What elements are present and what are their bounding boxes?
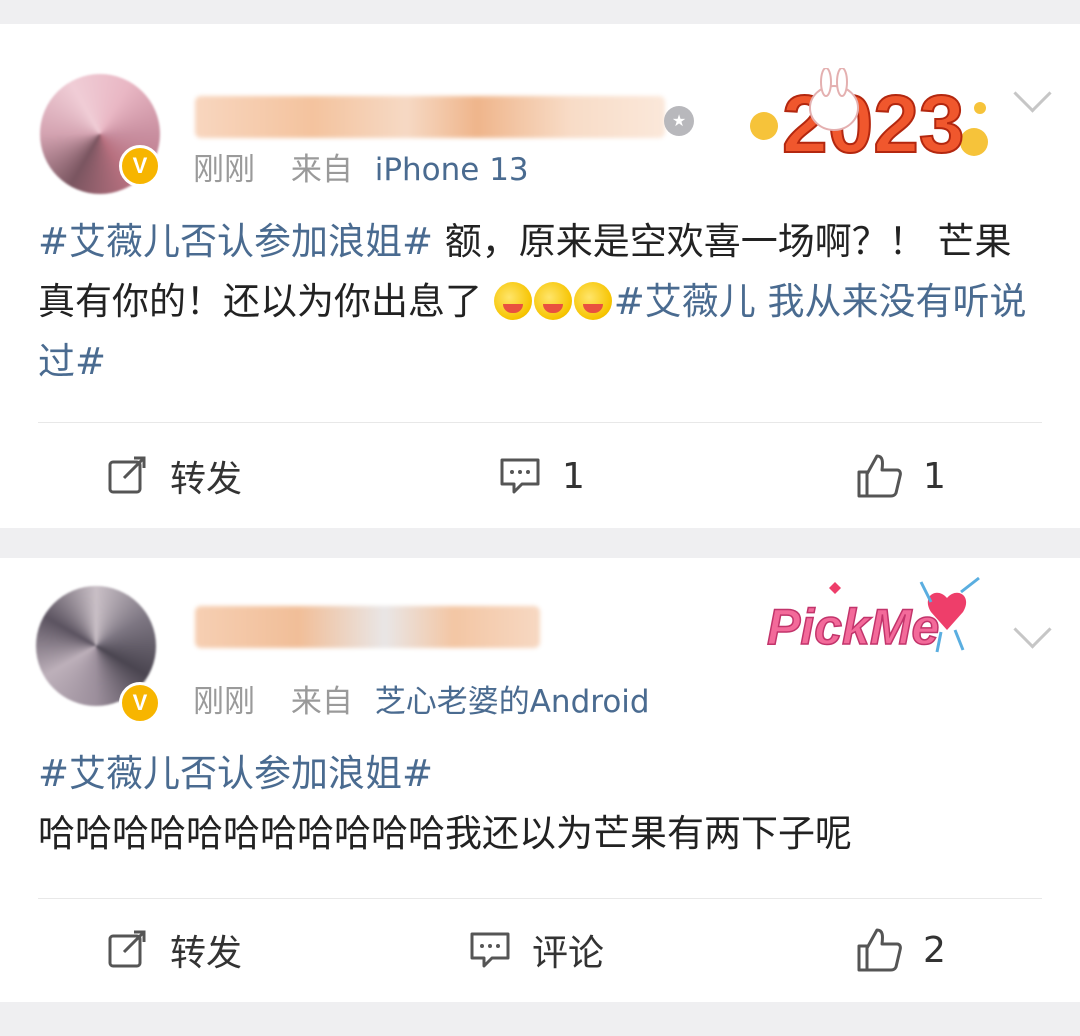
chevron-down-icon[interactable] [1013, 610, 1052, 649]
source-prefix: 来自 [290, 684, 353, 720]
action-bar: 转发 评论 2 [0, 910, 1080, 990]
repost-icon [108, 456, 146, 494]
post-meta: 刚刚 来自 iPhone 13 [193, 144, 529, 189]
verified-badge-icon: V [119, 682, 161, 724]
post-card[interactable]: V PickMe 刚刚 来自 芝心老婆的Android #艾薇儿否认参加浪姐# … [0, 558, 1080, 1002]
emoji-icon [573, 282, 612, 320]
repost-button[interactable]: 转发 [106, 436, 242, 516]
emoji-icon [493, 282, 532, 320]
post-time: 刚刚 [193, 152, 255, 188]
like-count: 1 [923, 455, 946, 497]
post-time: 刚刚 [193, 684, 255, 720]
thumbs-up-icon [857, 928, 902, 972]
divider [38, 422, 1042, 423]
decoration-2023: 2023 [750, 68, 988, 168]
comment-label: 评论 [532, 933, 605, 974]
repost-icon [108, 930, 146, 968]
decoration-pickme-text: PickMe [767, 599, 939, 655]
repost-button[interactable]: 转发 [106, 910, 242, 990]
action-bar: 转发 1 1 [0, 436, 1080, 516]
post-meta: 刚刚 来自 芝心老婆的Android [193, 676, 650, 721]
decoration-pickme: PickMe [766, 576, 980, 656]
post-source[interactable]: iPhone 13 [375, 152, 529, 188]
post-source[interactable]: 芝心老婆的Android [375, 684, 650, 720]
source-prefix: 来自 [290, 152, 353, 188]
comment-button[interactable]: 评论 [468, 910, 604, 990]
chevron-down-icon[interactable] [1013, 74, 1052, 113]
topic-link[interactable]: #艾薇儿否认参加浪姐# [38, 752, 433, 795]
decoration-2023-text: 2023 [782, 79, 964, 168]
comment-icon [470, 932, 510, 968]
like-button[interactable]: 1 [855, 436, 946, 516]
topic-link[interactable]: #艾薇儿否认参加浪姐# [38, 220, 433, 263]
repost-label: 转发 [170, 933, 243, 974]
post-content: #艾薇儿否认参加浪姐# 额，原来是空欢喜一场啊？！ 芒果真有你的！还以为你出息了… [38, 212, 1038, 392]
repost-label: 转发 [170, 459, 243, 500]
username-blurred[interactable] [195, 606, 540, 648]
post-card[interactable]: V ★ 2023 刚刚 来自 iPhone 13 #艾薇儿否认参加浪姐# 额，原… [0, 24, 1080, 528]
username-blurred[interactable] [195, 96, 665, 138]
verified-badge-icon: V [119, 145, 161, 187]
thumbs-up-icon [857, 454, 902, 498]
divider [38, 898, 1042, 899]
comment-button[interactable]: 1 [498, 436, 585, 516]
medal-icon: ★ [664, 106, 694, 136]
like-button[interactable]: 2 [855, 910, 946, 990]
like-count: 2 [923, 929, 946, 971]
comment-count: 1 [562, 455, 585, 497]
emoji-icon [533, 282, 572, 320]
comment-icon [500, 458, 540, 494]
post-content: #艾薇儿否认参加浪姐# 哈哈哈哈哈哈哈哈哈哈哈我还以为芒果有两下子呢 [38, 744, 1038, 864]
post-body-text: 哈哈哈哈哈哈哈哈哈哈哈我还以为芒果有两下子呢 [38, 812, 852, 855]
